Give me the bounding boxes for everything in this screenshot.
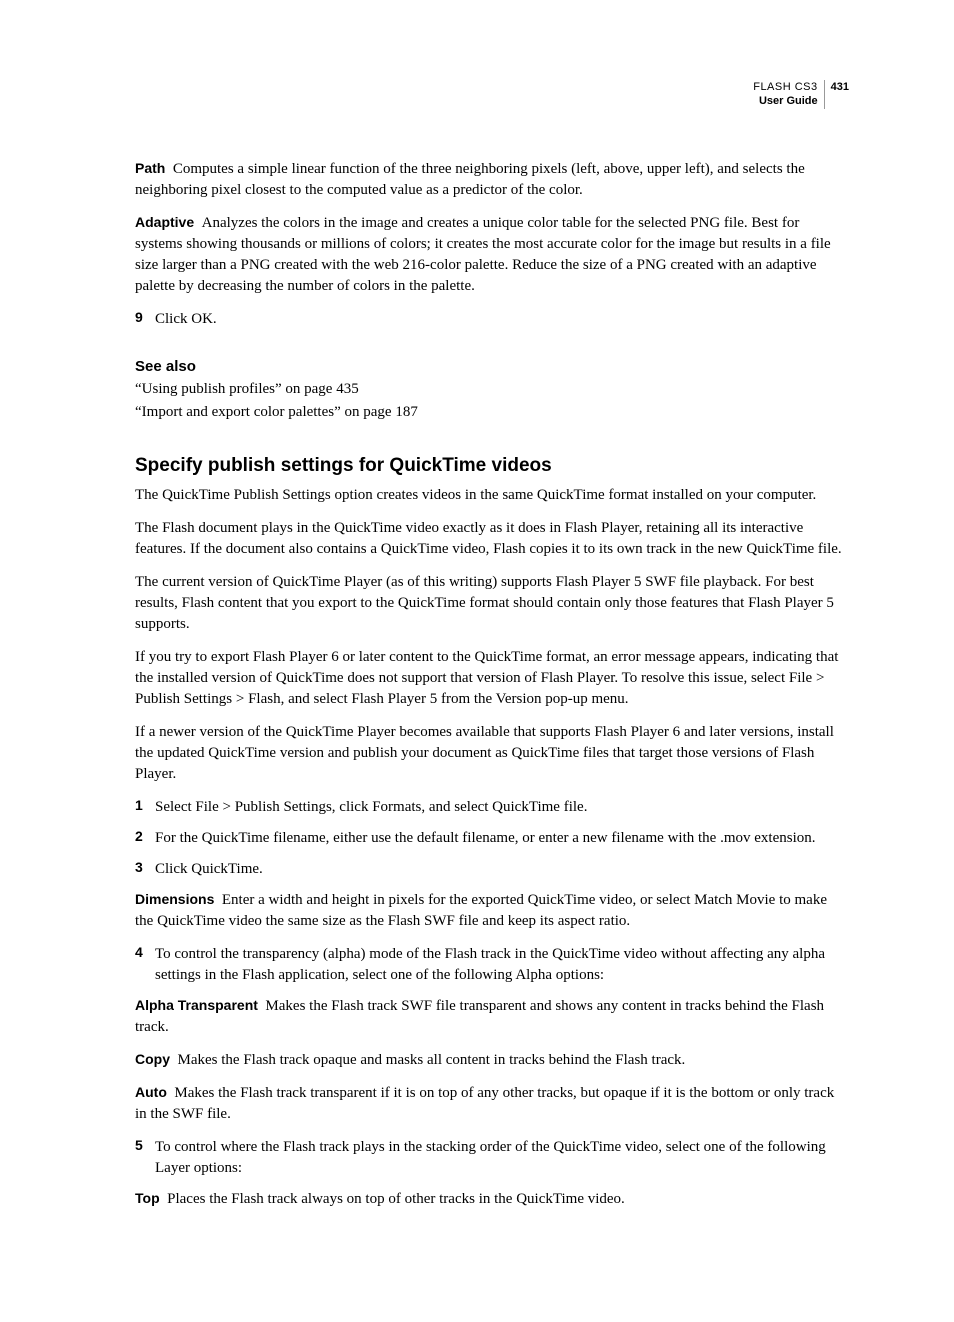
term-adaptive: Adaptive [135, 214, 194, 230]
xref-color-palettes: “Import and export color palettes” on pa… [135, 404, 849, 421]
guide-name: User Guide [753, 94, 817, 108]
product-name: FLASH CS3 [753, 80, 817, 94]
xref-publish-profiles: “Using publish profiles” on page 435 [135, 381, 849, 398]
step-text: To control where the Flash track plays i… [155, 1137, 849, 1179]
definition-auto: Auto Makes the Flash track transparent i… [135, 1083, 849, 1125]
step-number: 9 [135, 309, 155, 330]
step-3: 3 Click QuickTime. [135, 859, 849, 880]
section-p2: The Flash document plays in the QuickTim… [135, 518, 849, 560]
term-path: Path [135, 160, 165, 176]
term-dimensions-text: Enter a width and height in pixels for t… [135, 892, 827, 929]
step-number: 4 [135, 944, 155, 986]
section-p1: The QuickTime Publish Settings option cr… [135, 485, 849, 506]
see-also-heading: See also [135, 358, 849, 375]
step-number: 5 [135, 1137, 155, 1179]
definition-copy: Copy Makes the Flash track opaque and ma… [135, 1050, 849, 1071]
term-copy-text: Makes the Flash track opaque and masks a… [178, 1052, 686, 1068]
section-heading: Specify publish settings for QuickTime v… [135, 455, 849, 477]
step-2: 2 For the QuickTime filename, either use… [135, 828, 849, 849]
page-body: FLASH CS3 User Guide 431 Path Computes a… [0, 0, 954, 1322]
step-text: Click QuickTime. [155, 859, 263, 880]
term-alpha-transparent: Alpha Transparent [135, 997, 258, 1013]
step-9: 9 Click OK. [135, 309, 849, 330]
term-top: Top [135, 1190, 160, 1206]
section-p5: If a newer version of the QuickTime Play… [135, 722, 849, 785]
term-auto: Auto [135, 1084, 167, 1100]
definition-dimensions: Dimensions Enter a width and height in p… [135, 890, 849, 932]
term-dimensions: Dimensions [135, 891, 214, 907]
step-number: 3 [135, 859, 155, 880]
term-path-text: Computes a simple linear function of the… [135, 161, 805, 198]
section-p3: The current version of QuickTime Player … [135, 572, 849, 635]
section-p4: If you try to export Flash Player 6 or l… [135, 647, 849, 710]
page-number: 431 [825, 80, 849, 109]
term-auto-text: Makes the Flash track transparent if it … [135, 1085, 834, 1122]
page-header: FLASH CS3 User Guide 431 [135, 80, 849, 109]
step-4: 4 To control the transparency (alpha) mo… [135, 944, 849, 986]
definition-adaptive: Adaptive Analyzes the colors in the imag… [135, 213, 849, 297]
term-copy: Copy [135, 1051, 170, 1067]
term-adaptive-text: Analyzes the colors in the image and cre… [135, 215, 831, 294]
step-text: To control the transparency (alpha) mode… [155, 944, 849, 986]
step-number: 2 [135, 828, 155, 849]
definition-top: Top Places the Flash track always on top… [135, 1189, 849, 1210]
step-number: 1 [135, 797, 155, 818]
step-1: 1 Select File > Publish Settings, click … [135, 797, 849, 818]
step-text: For the QuickTime filename, either use t… [155, 828, 816, 849]
step-text: Click OK. [155, 309, 217, 330]
term-top-text: Places the Flash track always on top of … [167, 1191, 625, 1207]
step-5: 5 To control where the Flash track plays… [135, 1137, 849, 1179]
step-text: Select File > Publish Settings, click Fo… [155, 797, 587, 818]
definition-alpha-transparent: Alpha Transparent Makes the Flash track … [135, 996, 849, 1038]
definition-path: Path Computes a simple linear function o… [135, 159, 849, 201]
